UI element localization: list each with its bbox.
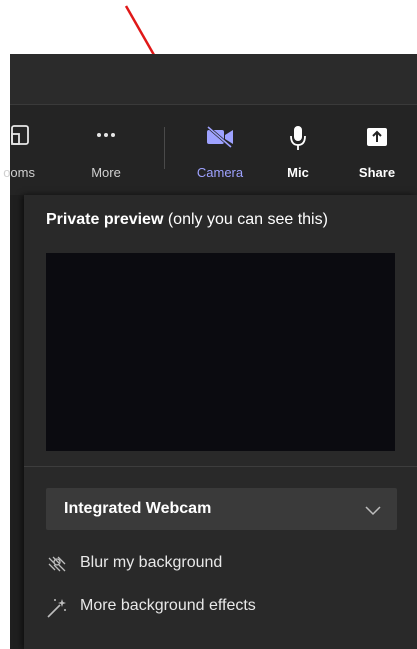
camera-button[interactable]: Camera — [187, 105, 253, 196]
share-icon — [366, 127, 388, 152]
rooms-label: ooms — [3, 165, 35, 180]
camera-off-icon — [205, 125, 235, 154]
meeting-toolbar: ooms More Camera Mic Share — [3, 104, 417, 196]
magic-wand-icon — [46, 597, 68, 624]
blur-background-option[interactable]: Blur my background — [46, 550, 396, 578]
panel-separator — [24, 466, 417, 467]
chevron-down-icon — [365, 503, 381, 521]
mic-icon — [289, 125, 307, 156]
window-title-bar — [10, 54, 417, 104]
rooms-button[interactable]: ooms — [0, 105, 56, 196]
preview-title-bold: Private preview — [46, 211, 164, 228]
share-label: Share — [358, 165, 396, 180]
share-button[interactable]: Share — [344, 105, 410, 196]
more-button[interactable]: More — [73, 105, 139, 196]
more-dots-icon — [95, 125, 117, 150]
more-background-effects-option[interactable]: More background effects — [46, 593, 396, 621]
more-background-effects-label: More background effects — [80, 597, 256, 614]
preview-title-note: (only you can see this) — [163, 211, 328, 228]
camera-label: Camera — [196, 165, 244, 180]
toolbar-divider — [164, 127, 165, 169]
mic-button[interactable]: Mic — [265, 105, 331, 196]
blur-background-label: Blur my background — [80, 554, 223, 571]
more-label: More — [91, 165, 121, 180]
camera-settings-panel: Private preview (only you can see this) … — [10, 195, 417, 649]
camera-device-value: Integrated Webcam — [64, 500, 212, 517]
rooms-icon — [11, 125, 29, 150]
preview-title: Private preview (only you can see this) — [46, 211, 417, 229]
camera-flyout: Private preview (only you can see this) … — [24, 195, 417, 649]
camera-device-select[interactable]: Integrated Webcam — [46, 488, 397, 530]
blur-icon — [46, 554, 68, 579]
mic-label: Mic — [287, 165, 309, 180]
video-preview — [46, 253, 395, 451]
